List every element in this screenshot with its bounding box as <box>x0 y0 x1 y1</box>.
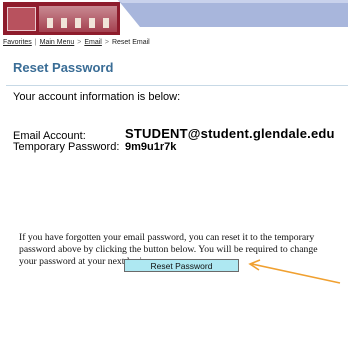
breadcrumb-separator: | <box>34 39 37 46</box>
annotation-arrow-icon <box>248 259 341 284</box>
breadcrumb: Favorites | Main Menu > Email > Reset Email <box>3 39 150 46</box>
college-seal-icon <box>7 7 36 31</box>
account-info-intro: Your account information is below: <box>13 91 181 103</box>
college-logo <box>3 2 120 35</box>
campus-building-image <box>39 6 117 32</box>
breadcrumb-separator: > <box>104 39 109 46</box>
breadcrumb-favorites[interactable]: Favorites <box>3 39 32 46</box>
breadcrumb-email[interactable]: Email <box>84 39 102 46</box>
page-title: Reset Password <box>13 60 114 75</box>
breadcrumb-main-menu[interactable]: Main Menu <box>40 39 75 46</box>
breadcrumb-reset-email: Reset Email <box>111 39 150 46</box>
temporary-password-label: Temporary Password: <box>13 141 120 153</box>
breadcrumb-separator: > <box>77 39 82 46</box>
email-account-value: STUDENT@student.glendale.edu <box>125 126 335 141</box>
header-banner <box>118 0 348 27</box>
temporary-password-value: 9m9u1r7k <box>125 141 177 153</box>
reset-password-button[interactable]: Reset Password <box>124 259 239 272</box>
title-divider <box>6 85 348 86</box>
